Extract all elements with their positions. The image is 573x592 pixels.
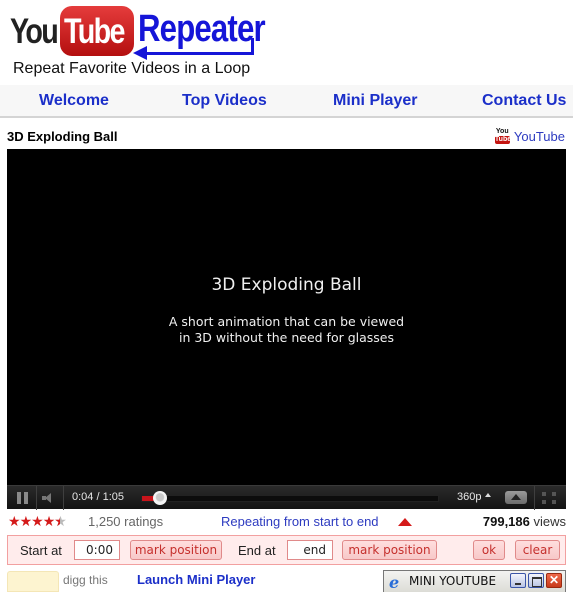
minimize-icon [510,573,526,588]
ratings-count: 1,250 ratings [88,514,164,529]
logo-tagline: Repeat Favorite Videos in a Loop [13,60,251,77]
caret-up-icon[interactable] [398,518,412,526]
control-divider [534,486,535,510]
volume-icon[interactable] [42,493,54,503]
end-at-label: End at [238,543,276,558]
control-divider [36,486,37,510]
video-title: 3D Exploding Ball [7,129,118,144]
video-frame-title: 3D Exploding Ball [211,275,362,295]
video-frame-subtitle-line: A short animation that can be viewed [168,314,405,329]
repeat-range-panel: Start at mark position End at mark posit… [7,535,566,565]
fullscreen-icon[interactable] [542,492,556,504]
clear-button[interactable]: clear [515,540,560,560]
video-frame-subtitle-line: in 3D without the need for glasses [178,330,395,345]
repeat-mode-link[interactable]: Repeating from start to end [221,514,379,529]
end-time-input[interactable] [287,540,333,560]
close-icon [546,573,562,588]
pause-icon[interactable] [17,492,28,504]
star-rating[interactable]: ★★★★★ [8,513,67,530]
internet-explorer-icon: e [389,573,400,592]
half-star-icon: ★ [54,513,67,529]
logo-arrow-line [143,52,254,55]
star-icon: ★ [19,513,33,529]
youtube-logo-icon: You Tube [494,128,512,144]
star-icon: ★ [31,513,44,529]
popout-icon[interactable] [505,491,527,504]
mark-end-position-button[interactable]: mark position [342,540,437,560]
star-icon: ★ [42,513,56,529]
progress-scrubber-handle[interactable] [152,491,167,505]
digg-this-link[interactable]: digg this [63,573,108,587]
video-player[interactable]: 3D Exploding Ball A short animation that… [7,149,566,510]
launch-mini-player-link[interactable]: Launch Mini Player [137,572,255,587]
digg-badge[interactable] [7,571,59,592]
quality-selector[interactable]: 360p [457,491,481,503]
logo-repeater-text: Repeater [138,8,266,50]
ok-button[interactable]: ok [473,540,505,560]
view-count-number: 799,186 [482,514,530,529]
mini-window-title: MINI YOUTUBE [409,574,497,588]
nav-welcome[interactable]: Welcome [39,92,109,110]
youtube-icon-you: You [495,128,509,135]
nav-contact-us[interactable]: Contact Us [482,92,566,110]
video-frame-subtitle: A short animation that can be viewed in … [7,314,566,346]
nav-top-videos[interactable]: Top Videos [182,92,267,110]
nav-mini-player[interactable]: Mini Player [333,92,417,110]
youtube-source-link[interactable]: You Tube YouTube [494,128,565,144]
mark-start-position-button[interactable]: mark position [130,540,222,560]
logo-arrow-head [133,46,147,60]
time-display: 0:04 / 1:05 [72,491,124,503]
quality-caret-icon [485,493,491,497]
control-divider [63,486,64,510]
star-icon: ★ [8,513,21,529]
logo-you-text: You [10,12,59,51]
start-time-input[interactable] [74,540,120,560]
progress-bar[interactable] [141,491,439,505]
main-nav: Welcome Top Videos Mini Player Contact U… [0,85,573,118]
site-logo[interactable]: You Tube Repeater Repeat Favorite Videos… [0,0,266,85]
view-count: 799,186 views [483,514,566,529]
logo-tube-text: Tube [64,12,126,51]
youtube-icon-tube: Tube [494,136,512,144]
player-controls: 0:04 / 1:05 360p [7,485,566,510]
start-at-label: Start at [20,543,62,558]
mini-youtube-window-preview[interactable]: e MINI YOUTUBE [383,570,566,592]
youtube-link-label: YouTube [513,128,565,144]
maximize-icon [528,573,544,588]
view-count-label: views [529,514,566,529]
